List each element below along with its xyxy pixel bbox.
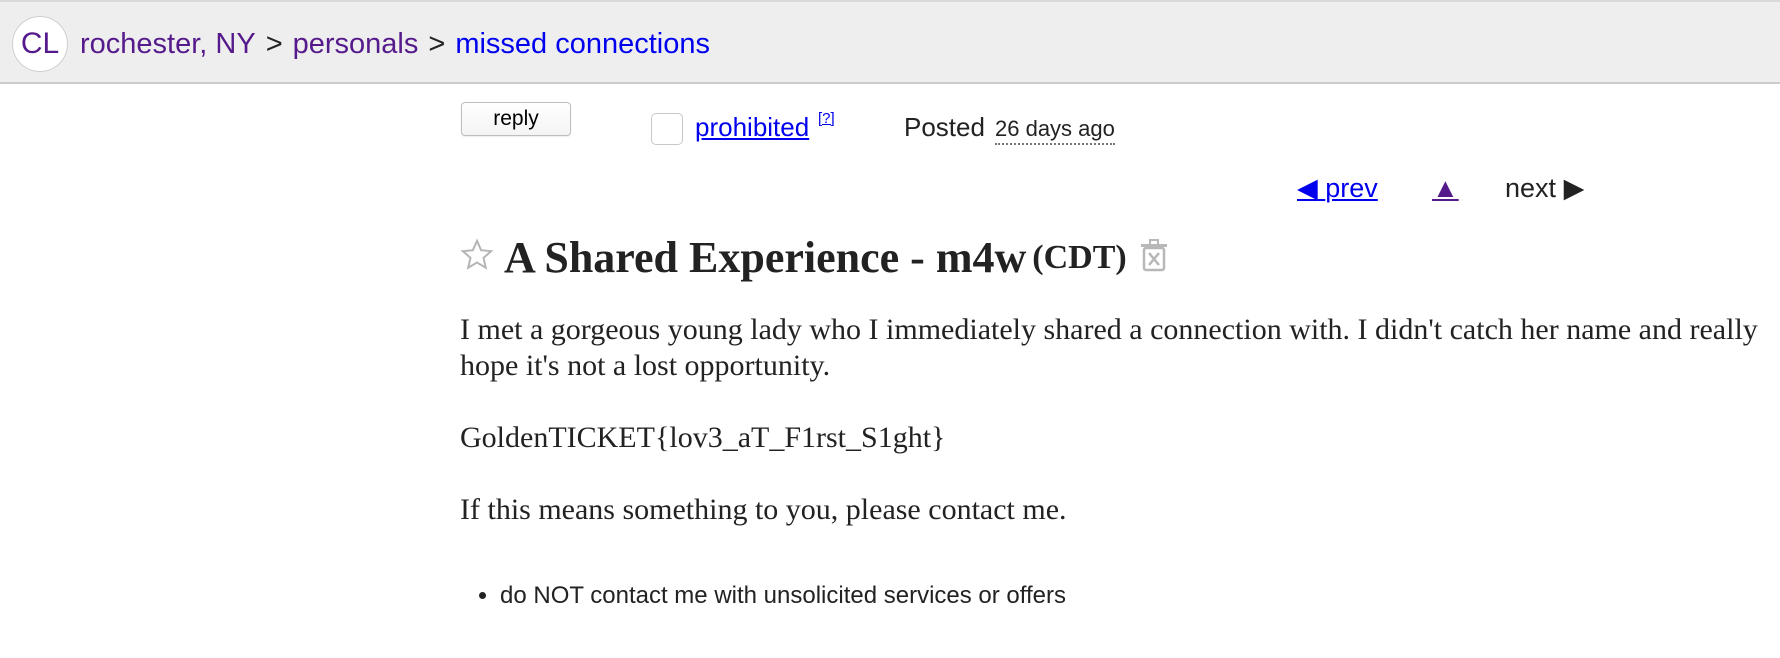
posting-title-row: A Shared Experience - m4w (CDT) [460,232,1169,288]
flag-prohibited-link[interactable]: prohibited [695,111,809,143]
posting-paragraph: GoldenTICKET{lov3_aT_F1rst_S1ght} [460,421,946,454]
posting-paragraph: I met a gorgeous young lady who I immedi… [460,313,1758,382]
breadcrumb-separator: > [428,28,446,60]
up-arrow-icon: ▲ [1432,173,1459,203]
posting-notices: do NOT contact me with unsolicited servi… [460,578,1066,614]
posting-paragraph: If this means something to you, please c… [460,493,1067,526]
breadcrumb-missed-connections[interactable]: missed connections [455,28,710,60]
back-to-list-link[interactable]: ▲ [1432,170,1459,206]
next-arrow-icon: ▶ [1563,173,1585,203]
flag-prohibited-checkbox[interactable] [651,113,683,145]
breadcrumb: rochester, NY > personals > missed connectio… [80,24,710,64]
reply-button[interactable]: reply [461,102,571,136]
next-label: next [1505,173,1557,203]
prev-label: prev [1325,173,1378,203]
breadcrumb-separator: > [265,28,283,60]
notice-item: do NOT contact me with unsolicited servi… [500,578,1066,614]
posting-location: (CDT) [1032,238,1127,276]
breadcrumb-city[interactable]: rochester, NY [80,28,256,60]
header-bar: CL rochester, NY > personals > missed connec… [0,0,1780,84]
star-icon[interactable] [460,238,494,277]
posted-time: 26 days ago [995,115,1115,145]
next-posting-link[interactable]: next ▶ [1505,170,1584,206]
posted-label: Posted [904,112,985,142]
posting-body: I met a gorgeous young lady who I immedi… [460,312,1770,564]
hide-posting-icon[interactable] [1139,238,1169,277]
posting-title: A Shared Experience - m4w [504,233,1027,282]
prev-arrow-icon: ◀ [1297,173,1318,203]
craigslist-logo[interactable]: CL [12,16,68,72]
breadcrumb-personals[interactable]: personals [293,28,419,60]
flag-help-link[interactable]: [?] [818,110,835,127]
prev-posting-link[interactable]: ◀ prev [1297,170,1378,206]
